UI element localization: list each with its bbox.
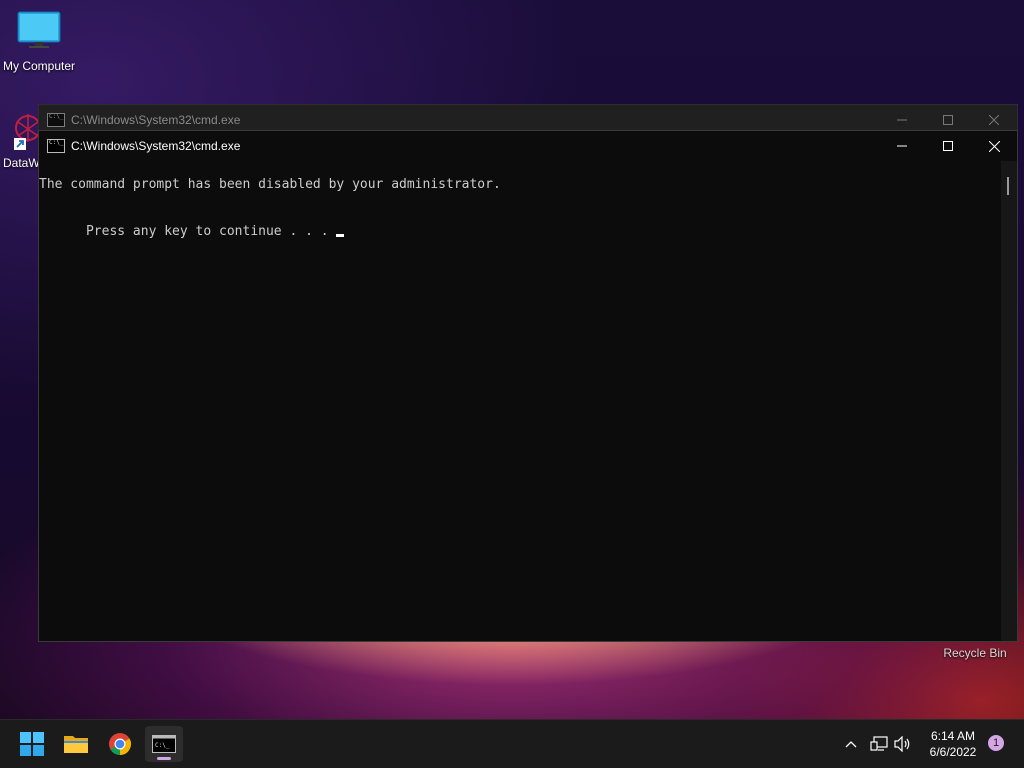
maximize-icon [943, 141, 953, 151]
terminal-output[interactable]: The command prompt has been disabled by … [39, 161, 1001, 641]
notification-badge[interactable]: 1 [988, 735, 1004, 751]
notification-count: 1 [992, 737, 1000, 749]
chevron-up-icon [845, 741, 857, 748]
close-icon [988, 140, 1000, 152]
clock-button[interactable]: 6:14 AM 6/6/2022 [920, 726, 986, 762]
desktop-icon-label: DataW [3, 156, 40, 170]
volume-button[interactable] [892, 732, 914, 756]
terminal-prompt-line: Press any key to continue . . . [39, 209, 345, 254]
terminal-line: The command prompt has been disabled by … [39, 177, 501, 192]
minimize-icon [897, 119, 907, 121]
minimize-button[interactable] [879, 131, 925, 161]
taskbar: C:\_ 6:14 AM 6/6/2022 1 [0, 719, 1024, 768]
close-button[interactable] [971, 131, 1017, 161]
maximize-button[interactable] [925, 131, 971, 161]
close-icon [989, 115, 999, 125]
terminal-icon: C:\_ [152, 735, 176, 753]
file-explorer-button[interactable] [57, 726, 95, 762]
vertical-scrollbar[interactable] [1001, 161, 1017, 641]
cmd-icon [47, 113, 65, 127]
chrome-button[interactable] [101, 726, 139, 762]
desktop-icon-label: Recycle Bin [943, 646, 1007, 660]
monitor-icon [17, 11, 61, 48]
desktop-icon-recycle-bin[interactable]: Recycle Bin [936, 646, 1014, 660]
clock-time: 6:14 AM [930, 729, 976, 743]
show-hidden-icons-button[interactable] [840, 732, 862, 756]
active-indicator [157, 757, 171, 760]
folder-icon [64, 736, 88, 753]
cmd-icon [47, 139, 65, 153]
clock-date: 6/6/2022 [929, 745, 977, 759]
text-cursor [336, 234, 345, 237]
minimize-icon [897, 145, 907, 147]
desktop-icon-label: My Computer [2, 59, 76, 73]
network-button[interactable] [868, 732, 890, 756]
start-button[interactable] [13, 726, 51, 762]
chrome-icon [109, 733, 131, 755]
scrollbar-thumb[interactable] [1007, 177, 1009, 195]
cmd-taskbar-button[interactable]: C:\_ [145, 726, 183, 762]
maximize-icon [943, 115, 953, 125]
volume-icon [894, 736, 910, 752]
cmd-window[interactable]: C:\Windows\System32\cmd.exe The command … [38, 130, 1018, 642]
windows-logo-icon [20, 732, 44, 756]
titlebar[interactable]: C:\Windows\System32\cmd.exe [39, 131, 1017, 161]
terminal-line: Press any key to continue . . . [85, 224, 337, 239]
window-title: C:\Windows\System32\cmd.exe [71, 113, 241, 127]
network-icon [870, 736, 888, 751]
desktop-icon-dataw[interactable]: DataW [0, 106, 41, 172]
desktop-icon-my-computer[interactable]: My Computer [0, 10, 78, 76]
window-title: C:\Windows\System32\cmd.exe [71, 139, 241, 153]
svg-text:C:\_: C:\_ [155, 742, 170, 749]
